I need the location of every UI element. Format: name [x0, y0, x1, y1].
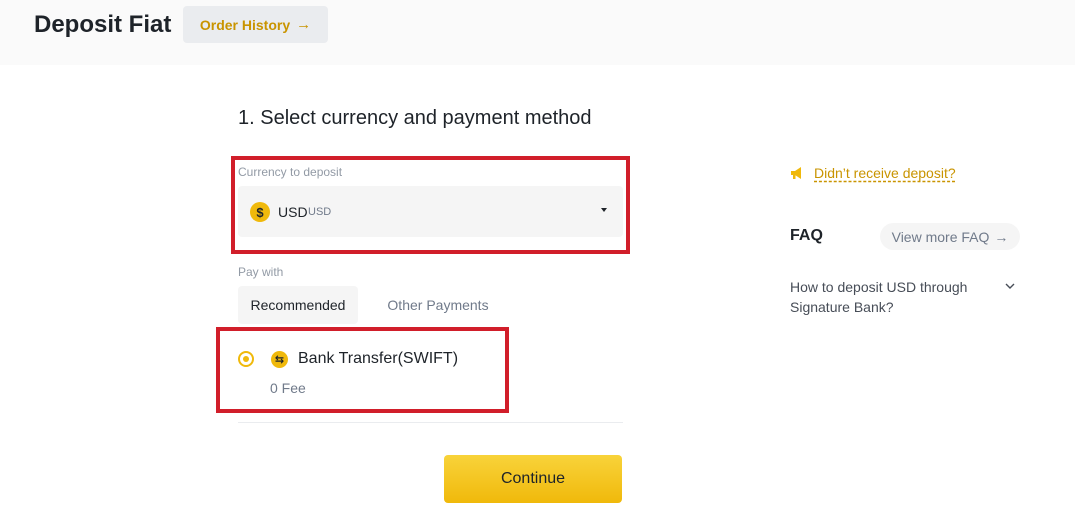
bank-transfer-radio[interactable]	[238, 351, 254, 367]
tab-other-payments[interactable]: Other Payments	[374, 286, 502, 324]
page-title: Deposit Fiat	[34, 11, 172, 38]
tab-recommended[interactable]: Recommended	[238, 286, 358, 324]
payment-method-name[interactable]: Bank Transfer(SWIFT)	[298, 350, 458, 368]
caret-down-icon	[601, 208, 607, 212]
continue-button[interactable]: Continue	[444, 455, 622, 503]
divider	[238, 422, 623, 423]
currency-subtitle: USD	[308, 206, 332, 218]
megaphone-icon	[791, 167, 801, 179]
faq-question[interactable]: How to deposit USD through Signature Ban…	[790, 277, 990, 317]
view-more-faq-label: View more FAQ	[891, 228, 990, 245]
currency-code: USD	[278, 204, 308, 220]
order-history-button[interactable]: Order History →	[183, 6, 328, 43]
radio-selected-dot	[243, 356, 249, 362]
chevron-down-icon[interactable]	[1004, 281, 1016, 291]
payment-method-fee: 0 Fee	[270, 380, 306, 396]
faq-title: FAQ	[790, 227, 823, 244]
pay-with-label: Pay with	[238, 265, 284, 279]
currency-label: Currency to deposit	[238, 165, 343, 179]
not-received-link[interactable]: Didn’t receive deposit?	[814, 165, 956, 181]
transfer-arrows-icon: ⇆	[271, 351, 288, 368]
page-header: Deposit Fiat Order History →	[0, 0, 1075, 65]
view-more-faq-button[interactable]: View more FAQ →	[880, 223, 1020, 250]
currency-select[interactable]: $ USD USD	[238, 186, 623, 237]
arrow-right-icon: →	[296, 16, 312, 33]
order-history-label: Order History	[199, 16, 291, 33]
arrow-right-icon: →	[994, 228, 1009, 245]
bank-transfer-highlight-box	[216, 327, 509, 413]
dollar-coin-icon: $	[250, 202, 270, 222]
step-title: 1. Select currency and payment method	[238, 107, 592, 129]
